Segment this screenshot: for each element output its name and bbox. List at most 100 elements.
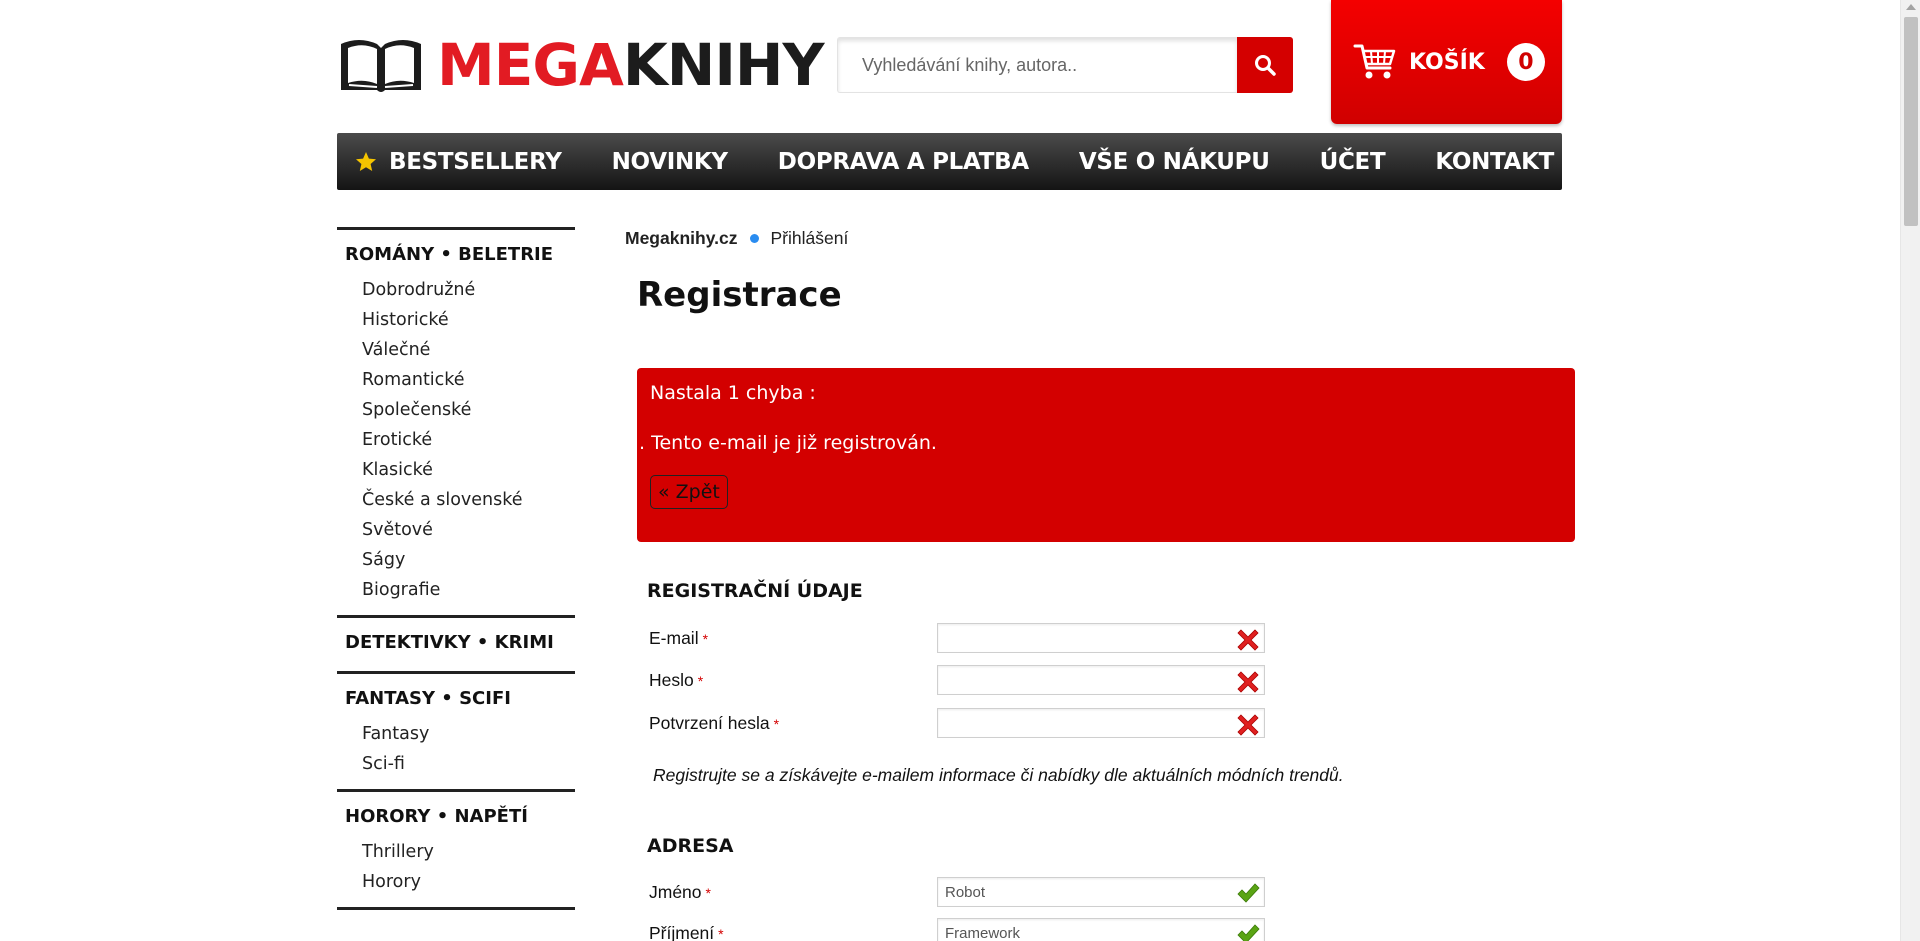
category-title[interactable]: DETEKTIVKY • KRIMI (337, 632, 575, 653)
required-marker: * (702, 630, 709, 647)
password-field-wrapper (937, 665, 1265, 695)
required-marker: * (773, 715, 780, 732)
error-message: . Tento e-mail je již registrován. (639, 432, 937, 454)
registration-section-title: REGISTRAČNÍ ÚDAJE (647, 580, 863, 602)
category-sidebar: ROMÁNY • BELETRIE Dobrodružné Historické… (337, 227, 575, 924)
first-name-label: Jméno * (649, 882, 937, 903)
email-field-wrapper (937, 623, 1265, 653)
invalid-x-icon (1237, 629, 1259, 651)
shopping-cart-icon (1353, 44, 1396, 79)
password-field-row: Heslo * (649, 665, 1265, 695)
subcategory-item[interactable]: Společenské (362, 395, 575, 425)
subcategory-item[interactable]: Erotické (362, 425, 575, 455)
nav-item-kontakt[interactable]: KONTAKT (1435, 149, 1554, 175)
scroll-up-arrow-icon[interactable] (1906, 4, 1916, 10)
subcategory-item[interactable]: Světové (362, 515, 575, 545)
error-heading: Nastala 1 chyba : (650, 382, 816, 404)
nav-item-doprava[interactable]: DOPRAVA A PLATBA (778, 149, 1029, 175)
valid-check-icon (1237, 924, 1260, 941)
email-field[interactable] (938, 624, 1264, 652)
subcategory-item[interactable]: Ságy (362, 545, 575, 575)
search-bar (837, 37, 1293, 93)
password-label: Heslo * (649, 670, 937, 691)
category-next (337, 907, 575, 924)
main-nav: BESTSELLERY NOVINKY DOPRAVA A PLATBA VŠE… (337, 133, 1562, 190)
subcategory-item[interactable]: České a slovenské (362, 485, 575, 515)
subcategory-list: Thrillery Horory (337, 837, 575, 903)
scrollbar-thumb[interactable] (1904, 17, 1918, 226)
last-name-field-wrapper (937, 918, 1265, 941)
nav-item-label: DOPRAVA A PLATBA (777, 148, 1029, 175)
category-title[interactable]: HORORY • NAPĚTÍ (337, 806, 575, 827)
subcategory-item[interactable]: Válečné (362, 335, 575, 365)
breadcrumb: Megaknihy.cz Přihlášení (625, 228, 848, 249)
last-name-field-row: Příjmení * (649, 918, 1265, 941)
breadcrumb-separator-icon (749, 234, 759, 243)
breadcrumb-home-link[interactable]: Megaknihy.cz (625, 228, 738, 249)
category-title[interactable]: ROMÁNY • BELETRIE (337, 244, 575, 265)
nav-item-label: KONTAKT (1435, 148, 1555, 175)
field-label-text: Heslo (649, 669, 694, 690)
logo-knihy: KNIHY (622, 30, 825, 99)
star-icon (356, 151, 376, 171)
nav-item-bestsellery[interactable]: BESTSELLERY (355, 149, 562, 175)
cart-label: KOŠÍK (1409, 49, 1485, 75)
subcategory-item[interactable]: Klasické (362, 455, 575, 485)
search-button[interactable] (1237, 37, 1293, 93)
subcategory-item[interactable]: Thrillery (362, 837, 575, 867)
page-title: Registrace (637, 275, 842, 315)
search-input[interactable] (837, 37, 1237, 93)
newsletter-note: Registrujte se a získávejte e-mailem inf… (653, 765, 1344, 785)
valid-check-icon (1237, 883, 1260, 903)
logo-wordmark: MEGAKNIHY (437, 36, 824, 94)
back-button[interactable]: « Zpět (650, 475, 728, 509)
subcategory-item[interactable]: Biografie (362, 575, 575, 605)
subcategory-item[interactable]: Historické (362, 305, 575, 335)
required-marker: * (718, 925, 724, 941)
nav-item-ucet[interactable]: ÚČET (1320, 149, 1386, 175)
subcategory-item[interactable]: Romantické (362, 365, 575, 395)
password-confirm-field-row: Potvrzení hesla * (649, 708, 1265, 738)
nav-item-vse-o-nakupu[interactable]: VŠE O NÁKUPU (1079, 149, 1270, 175)
first-name-field-row: Jméno * (649, 877, 1265, 907)
first-name-field[interactable] (938, 878, 1264, 906)
field-label-text: Potvrzení hesla (649, 712, 770, 733)
subcategory-item[interactable]: Dobrodružné (362, 275, 575, 305)
subcategory-item[interactable]: Sci-fi (362, 749, 575, 779)
nav-item-label: ÚČET (1319, 148, 1386, 175)
subcategory-item[interactable]: Fantasy (362, 719, 575, 749)
page-scrollbar[interactable] (1900, 0, 1920, 941)
last-name-field[interactable] (938, 919, 1264, 941)
password-confirm-field[interactable] (938, 709, 1264, 737)
invalid-x-icon (1237, 671, 1259, 693)
password-field[interactable] (938, 666, 1264, 694)
search-icon (1255, 55, 1276, 76)
subcategory-item[interactable]: Horory (362, 867, 575, 897)
invalid-x-icon (1237, 714, 1259, 736)
error-alert: Nastala 1 chyba : . Tento e-mail je již … (637, 368, 1575, 542)
nav-item-label: NOVINKY (611, 148, 728, 175)
cart-button[interactable]: KOŠÍK 0 (1331, 0, 1562, 124)
subcategory-list: Dobrodružné Historické Válečné Romantick… (337, 275, 575, 611)
last-name-label: Příjmení * (649, 923, 937, 941)
address-section-title: ADRESA (647, 835, 734, 857)
password-confirm-field-wrapper (937, 708, 1265, 738)
required-marker: * (697, 672, 704, 689)
first-name-field-wrapper (937, 877, 1265, 907)
field-label-text: Příjmení (649, 922, 715, 941)
email-field-row: E-mail * (649, 623, 1265, 653)
nav-item-novinky[interactable]: NOVINKY (612, 149, 728, 175)
subcategory-list: Fantasy Sci-fi (337, 719, 575, 785)
nav-item-label: BESTSELLERY (389, 148, 562, 175)
breadcrumb-current: Přihlášení (770, 228, 849, 248)
field-label-text: E-mail (649, 627, 699, 648)
category-title[interactable]: FANTASY • SCIFI (337, 688, 575, 709)
category-horory: HORORY • NAPĚTÍ Thrillery Horory (337, 789, 575, 903)
book-logo-icon (341, 39, 421, 92)
page: MEGAKNIHY KOŠÍK 0 (0, 0, 1920, 941)
site-logo[interactable]: MEGAKNIHY (337, 32, 824, 97)
category-romany: ROMÁNY • BELETRIE Dobrodružné Historické… (337, 227, 575, 611)
category-detektivky: DETEKTIVKY • KRIMI (337, 615, 575, 667)
email-label: E-mail * (649, 628, 937, 649)
field-label-text: Jméno (649, 881, 702, 902)
